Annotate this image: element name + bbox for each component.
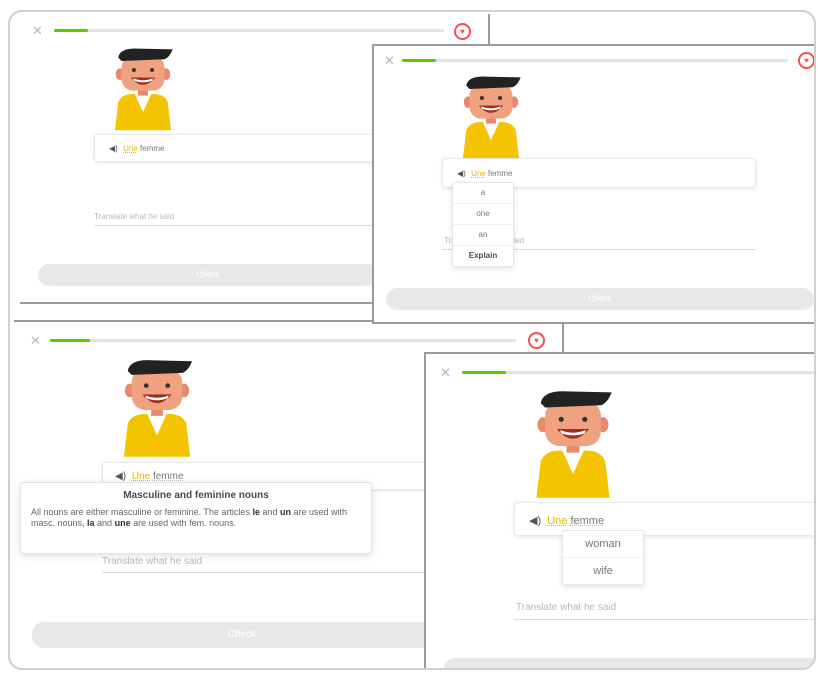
heart-icon: ♥ [528, 332, 545, 349]
hint-option-wife[interactable]: wife [563, 558, 643, 584]
check-button[interactable]: Check [386, 288, 814, 310]
hint-option-one[interactable]: one [453, 204, 513, 225]
check-button[interactable] [444, 658, 814, 668]
progress-bar [50, 339, 516, 342]
character-avatar [530, 388, 616, 500]
progress-bar [402, 59, 788, 62]
speaker-icon[interactable]: ◀) [109, 144, 118, 153]
article-word[interactable]: Une [123, 144, 138, 153]
sentence-bubble: ◀) Une femme [514, 502, 814, 536]
check-button[interactable]: Check [32, 622, 452, 648]
close-icon[interactable]: ✕ [384, 54, 395, 67]
screenshot-frame: ✕ ♥ ◀) Une femme Translate what he said … [8, 10, 816, 670]
translate-input[interactable]: Translate what he said [514, 602, 814, 620]
grammar-tip-body: All nouns are either masculine or femini… [31, 507, 361, 529]
heart-icon: ♥ [798, 52, 814, 69]
noun-word-text[interactable]: femme [140, 144, 164, 153]
speaker-icon[interactable]: ◀) [457, 169, 466, 178]
character-avatar [110, 46, 176, 132]
grammar-tip-popup: Masculine and feminine nouns All nouns a… [20, 482, 372, 554]
progress-fill [50, 339, 90, 342]
heart-icon: ♥ [454, 23, 471, 40]
character-avatar [458, 74, 524, 160]
article-word[interactable]: Une [132, 471, 150, 482]
hint-option-a[interactable]: a [453, 183, 513, 204]
grammar-tip-title: Masculine and feminine nouns [123, 490, 269, 501]
progress-bar [54, 29, 444, 32]
tip-word-le: le [252, 507, 260, 517]
noun-hint-menu: woman wife [562, 530, 644, 585]
progress-bar [462, 371, 814, 374]
lesson-panel-2: ✕ ♥ ◀) Une femme Translate what he said … [372, 44, 814, 324]
progress-fill [54, 29, 88, 32]
article-word[interactable]: Une [547, 515, 567, 527]
noun-word[interactable]: femme [570, 515, 604, 527]
progress-fill [402, 59, 436, 62]
speaker-icon[interactable]: ◀) [529, 515, 541, 527]
tip-text: and [259, 507, 280, 517]
translate-input[interactable]: Translate what he said [102, 556, 432, 573]
close-icon[interactable]: ✕ [32, 24, 43, 37]
tip-word-la: la [87, 518, 95, 528]
article-hint-menu: a one an Explain [452, 182, 514, 267]
tip-text: are used with fem. nouns. [130, 518, 237, 528]
hint-option-woman[interactable]: woman [563, 531, 643, 558]
translate-input[interactable]: Translate what he said [94, 212, 394, 226]
check-button[interactable]: Check [38, 264, 378, 286]
explain-button[interactable]: Explain [453, 246, 513, 266]
close-icon[interactable]: ✕ [440, 366, 451, 379]
hint-option-an[interactable]: an [453, 225, 513, 246]
article-word[interactable]: Une [471, 169, 486, 178]
tip-word-un: un [280, 507, 291, 517]
noun-word[interactable]: femme [153, 471, 184, 482]
lesson-panel-4: ✕ ◀) Une femme woman wife Translate what… [424, 352, 814, 668]
speaker-icon[interactable]: ◀) [115, 471, 126, 482]
sentence-bubble: ◀) Une femme [94, 134, 394, 162]
tip-text: and [94, 518, 115, 528]
character-avatar [118, 358, 196, 458]
close-icon[interactable]: ✕ [30, 334, 41, 347]
progress-fill [462, 371, 506, 374]
tip-text: All nouns are either masculine or femini… [31, 507, 253, 517]
noun-word[interactable]: femme [488, 169, 512, 178]
tip-word-une: une [114, 518, 131, 528]
